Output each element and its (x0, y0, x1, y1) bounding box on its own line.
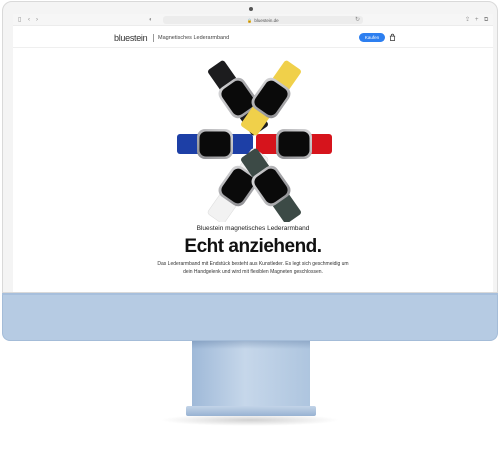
imac-foot (186, 406, 316, 416)
imac-chin (2, 293, 498, 341)
hero-description: Das Lederarmband mit Endstück besteht au… (157, 261, 349, 275)
nav-divider (153, 34, 154, 42)
imac-stand (192, 341, 310, 409)
buy-button[interactable]: Kaufen (359, 33, 385, 42)
camera-icon (249, 7, 253, 11)
stand-shadow (192, 341, 310, 349)
privacy-shield-icon[interactable]: ◐ (149, 17, 153, 23)
chin-edge (2, 293, 498, 295)
watch-red (256, 129, 332, 159)
watch-collection-image (177, 60, 332, 222)
reload-icon[interactable]: ↻ (355, 17, 360, 23)
forward-icon[interactable]: › (36, 17, 38, 23)
product-title: Magnetisches Lederarmband (158, 35, 230, 41)
watch-blue (177, 129, 253, 159)
hero-eyebrow: Bluestein magnetisches Lederarmband (196, 225, 310, 232)
shopping-bag-icon[interactable] (388, 33, 397, 42)
browser-toolbar: ▯ ‹ › ◐ 🔒 bluestein.de ↻ ⇪ + ⧉ (13, 14, 493, 26)
brand-logo[interactable]: bluestein (114, 33, 148, 43)
sidebar-icon[interactable]: ▯ (18, 17, 21, 23)
new-tab-icon[interactable]: + (475, 17, 479, 23)
imac-device: ▯ ‹ › ◐ 🔒 bluestein.de ↻ ⇪ + ⧉ bluestein… (0, 0, 500, 450)
back-icon[interactable]: ‹ (28, 17, 30, 23)
screen: ▯ ‹ › ◐ 🔒 bluestein.de ↻ ⇪ + ⧉ bluestein… (13, 14, 493, 292)
share-icon[interactable]: ⇪ (465, 17, 470, 23)
display-bezel: ▯ ‹ › ◐ 🔒 bluestein.de ↻ ⇪ + ⧉ bluestein… (2, 1, 498, 293)
tabs-overview-icon[interactable]: ⧉ (484, 17, 488, 23)
address-bar[interactable]: 🔒 bluestein.de (163, 16, 363, 24)
url-text: bluestein.de (254, 17, 279, 23)
site-navbar: bluestein Magnetisches Lederarmband Kauf… (13, 26, 493, 48)
lock-icon: 🔒 (247, 17, 253, 23)
hero-headline: Echt anziehend. (184, 236, 322, 257)
